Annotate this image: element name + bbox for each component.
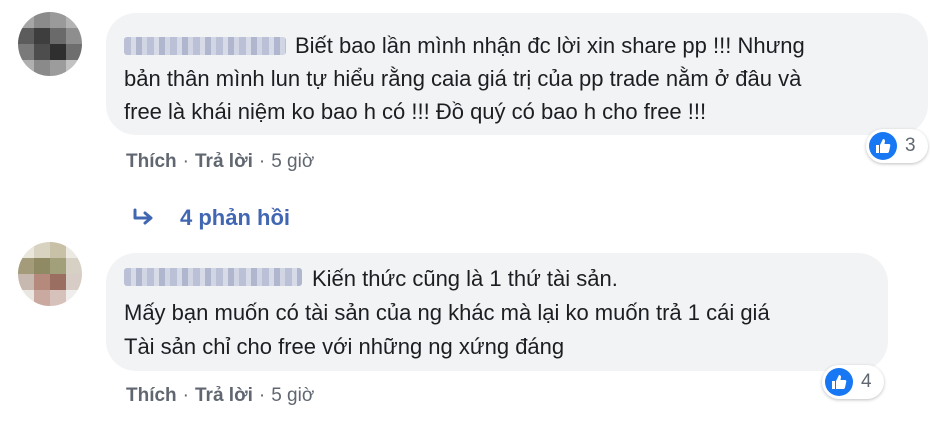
comment-text-line: Kiến thức cũng là 1 thứ tài sản. [312,266,618,291]
commenter-avatar[interactable] [18,12,82,76]
reply-link[interactable]: Trả lời [195,151,253,172]
separator: · [182,151,189,172]
reply-link[interactable]: Trả lời [195,385,253,406]
separator: · [182,385,189,406]
like-link[interactable]: Thích [126,385,177,406]
replies-count-label[interactable]: 4 phản hồi [180,205,290,231]
reaction-count: 4 [861,371,872,392]
commenter-name-blurred[interactable] [124,37,286,55]
timestamp[interactable]: 5 giờ [271,385,314,406]
commenter-avatar[interactable] [18,242,82,306]
view-replies-link[interactable]: 4 phản hồi [132,205,290,231]
like-link[interactable]: Thích [126,151,177,172]
like-thumb-icon [825,368,853,396]
timestamp[interactable]: 5 giờ [271,151,314,172]
comment-text-line: Biết bao lần mình nhận đc lời xin share … [295,33,805,58]
comment-text-line: bản thân mình lun tự hiểu rằng caia giá … [124,66,802,91]
reaction-summary[interactable]: 4 [822,365,884,399]
separator: · [258,385,266,406]
commenter-name-blurred[interactable] [124,268,302,286]
reaction-summary[interactable]: 3 [866,129,928,163]
like-thumb-icon [869,132,897,160]
comment-actions: Thích · Trả lời · 5 giờ [126,385,314,407]
comment-text-line: Tài sản chỉ cho free với những ng xứng đ… [124,334,565,359]
reply-arrow-icon [133,208,153,225]
comment-text-line: free là khái niệm ko bao h có !!! Đồ quý… [124,99,707,124]
reaction-count: 3 [905,135,916,156]
separator: · [258,151,266,172]
comment-actions: Thích · Trả lời · 5 giờ [126,151,314,173]
comment-text-line: Mấy bạn muốn có tài sản của ng khác mà l… [124,300,770,325]
